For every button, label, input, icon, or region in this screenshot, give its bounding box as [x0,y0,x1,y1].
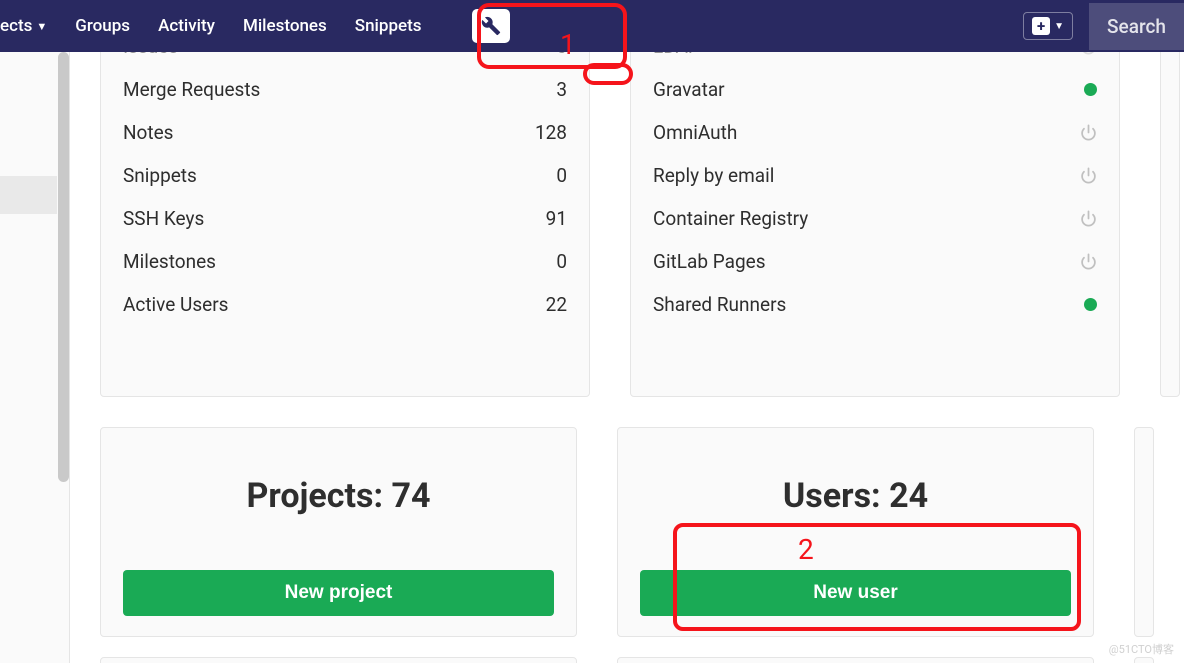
feature-row: Container Registry [631,197,1119,240]
navbar: ects ▼ Groups Activity Milestones Snippe… [0,0,1184,52]
power-off-icon [1080,52,1097,55]
new-dropdown-button[interactable]: + ▼ [1023,12,1073,40]
power-off-icon [1080,210,1097,227]
feature-row: Gravatar [631,68,1119,111]
stat-count: 0 [556,52,567,58]
projects-summary-title: Projects: 74 [123,476,554,516]
stat-row: Merge Requests 3 [101,68,589,111]
power-off-icon [1080,253,1097,270]
stat-count: 91 [546,207,567,230]
search-label: Search [1107,15,1166,38]
feature-row: LDAP [631,52,1119,68]
summary-extra-peek [1134,427,1154,637]
panel-extra-peek [1160,52,1180,397]
status-dot-on [1084,83,1097,96]
stat-count: 0 [556,164,567,187]
stat-row: Milestones 0 [101,240,589,283]
stat-label: SSH Keys [123,207,204,230]
sidebar-scrollbar[interactable] [58,52,69,482]
new-project-button[interactable]: New project [123,570,554,616]
bottom-card-peek [617,657,1094,663]
feature-label: Gravatar [653,78,725,101]
nav-groups[interactable]: Groups [75,16,130,36]
nav-left: ects ▼ Groups Activity Milestones Snippe… [16,9,510,43]
feature-row: GitLab Pages [631,240,1119,283]
nav-snippets-label: Snippets [355,16,422,36]
watermark: @51CTO博客 [1109,641,1174,657]
nav-groups-label: Groups [75,16,130,36]
bottom-extra-peek [1134,657,1154,663]
search-button[interactable]: Search [1089,3,1184,50]
feature-label: GitLab Pages [653,250,766,273]
feature-label: LDAP [653,52,700,58]
stat-label: Snippets [123,164,197,187]
stat-label: Notes [123,121,174,144]
plus-icon: + [1032,17,1050,35]
stat-label: Active Users [123,293,229,316]
nav-right: + ▼ Search [1023,3,1168,50]
nav-activity-label: Activity [158,16,215,36]
stat-label: Merge Requests [123,78,260,101]
nav-activity[interactable]: Activity [158,16,215,36]
users-summary-card: Users: 24 New user [617,427,1094,637]
feature-row: OmniAuth [631,111,1119,154]
stat-row: SSH Keys 91 [101,197,589,240]
nav-milestones[interactable]: Milestones [243,16,327,36]
stat-label: Milestones [123,250,216,273]
status-dot-on [1084,298,1097,311]
sidebar-active-item[interactable] [0,176,57,214]
stat-row: Issues 0 [101,52,589,68]
feature-row: Reply by email [631,154,1119,197]
stat-count: 22 [546,293,567,316]
stat-row: Notes 128 [101,111,589,154]
content: Issues 0 Merge Requests 3 Notes 128 Snip… [70,52,1184,663]
feature-label: OmniAuth [653,121,737,144]
bottom-card-peek [100,657,577,663]
nav-milestones-label: Milestones [243,16,327,36]
power-off-icon [1080,124,1097,141]
stat-row: Snippets 0 [101,154,589,197]
nav-snippets[interactable]: Snippets [355,16,422,36]
nav-projects[interactable]: ects ▼ [0,16,47,36]
chevron-down-icon: ▼ [36,20,47,33]
stat-label: Issues [123,52,178,58]
projects-summary-card: Projects: 74 New project [100,427,577,637]
power-off-icon [1080,167,1097,184]
stat-count: 128 [535,121,567,144]
new-user-button[interactable]: New user [640,570,1071,616]
stats-panel-left: Issues 0 Merge Requests 3 Notes 128 Snip… [100,52,590,397]
stat-count: 3 [556,78,567,101]
feature-label: Container Registry [653,207,808,230]
stat-count: 0 [556,250,567,273]
feature-row: Shared Runners [631,283,1119,326]
wrench-icon [481,16,501,36]
feature-label: Shared Runners [653,293,786,316]
users-summary-title: Users: 24 [640,476,1071,516]
feature-label: Reply by email [653,164,774,187]
nav-projects-label: ects [0,16,32,36]
features-panel-right: LDAP Gravatar OmniAuth Reply by email [630,52,1120,397]
chevron-down-icon: ▼ [1054,21,1064,32]
admin-wrench-button[interactable] [472,9,510,43]
stat-row: Active Users 22 [101,283,589,326]
